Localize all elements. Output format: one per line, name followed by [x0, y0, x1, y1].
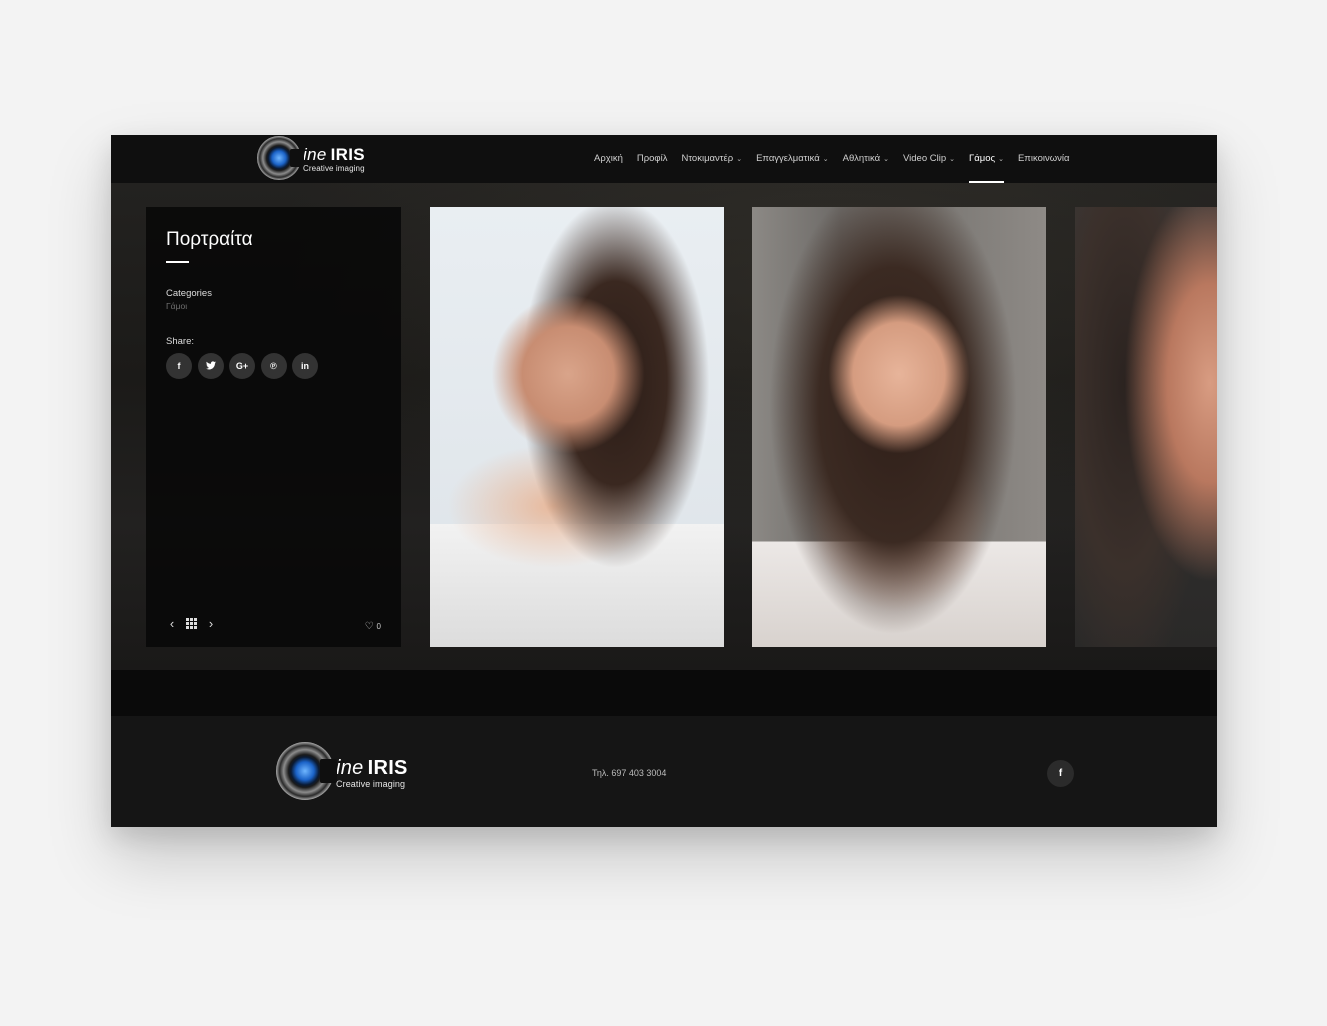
facebook-link-button[interactable]: f [1047, 760, 1074, 787]
nav-item-wedding[interactable]: Γάμος ⌄ [969, 135, 1004, 183]
likes-count: 0 [376, 622, 381, 631]
camera-lens-logo-icon [276, 742, 338, 800]
header-logo[interactable]: ine IRIS Creative imaging [257, 136, 365, 180]
chevron-down-icon: ⌄ [736, 156, 743, 163]
footer-logo[interactable]: ine IRIS Creative imaging [276, 742, 408, 800]
nav-label: Προφίλ [636, 153, 668, 164]
twitter-share-button[interactable] [197, 353, 224, 379]
nav-item-video-clip[interactable]: Video Clip ⌄ [903, 135, 955, 183]
nav-item-sports[interactable]: Αθλητικά ⌄ [843, 135, 889, 183]
chevron-down-icon: ⌄ [949, 156, 955, 163]
share-buttons: f G+ ℗ in [166, 353, 324, 379]
nav-label: Video Clip [902, 153, 947, 164]
facebook-icon: f [1058, 768, 1063, 779]
website-frame: ine IRIS Creative imaging Αρχική Προφίλ Ν… [111, 135, 1217, 827]
nav-label: Γάμος [969, 153, 996, 164]
nav-item-documentary[interactable]: Ντοκιμαντέρ ⌄ [681, 135, 742, 183]
logo-text: ine IRIS Creative imaging [336, 758, 408, 789]
logo-prefix: ine [303, 144, 327, 164]
like-button[interactable]: ♡ 0 [365, 621, 381, 632]
logo-subtitle: Creative imaging [303, 163, 365, 173]
footer-phone: Τηλ. 697 403 3004 [592, 768, 667, 778]
gallery-photo[interactable] [752, 207, 1046, 647]
nav-label: Αθλητικά [842, 153, 881, 164]
gallery-photo[interactable] [430, 207, 724, 647]
portfolio-stage: Πορτραίτα Categories Γάμοι Share: f G+ ℗… [111, 183, 1217, 670]
nav-item-professional[interactable]: Επαγγελματικά ⌄ [756, 135, 829, 183]
grid-icon[interactable] [186, 618, 197, 629]
google-plus-icon: G+ [235, 361, 249, 371]
gallery-photo[interactable] [1075, 207, 1217, 647]
portfolio-pager: ‹ › [166, 616, 217, 631]
nav-item-profile[interactable]: Προφίλ [637, 135, 668, 183]
nav-label: Ντοκιμαντέρ [681, 153, 734, 164]
section-divider-band [111, 670, 1217, 716]
camera-lens-logo-icon [257, 136, 304, 180]
site-header: ine IRIS Creative imaging Αρχική Προφίλ Ν… [111, 135, 1217, 183]
logo-main: IRIS [330, 144, 365, 164]
pinterest-share-button[interactable]: ℗ [260, 353, 287, 379]
nav-label: Αρχική [594, 153, 623, 164]
nav-label: Επικοινωνία [1017, 153, 1070, 164]
nav-item-home[interactable]: Αρχική [594, 135, 623, 183]
nav-item-contact[interactable]: Επικοινωνία [1018, 135, 1070, 183]
category-link[interactable]: Γάμοι [166, 301, 187, 311]
share-label: Share: [166, 336, 194, 347]
portfolio-info-panel: Πορτραίτα Categories Γάμοι Share: f G+ ℗… [146, 207, 401, 647]
google-plus-share-button[interactable]: G+ [229, 353, 255, 379]
nav-label: Επαγγελματικά [756, 153, 820, 164]
logo-text: ine IRIS Creative imaging [303, 146, 365, 173]
heart-icon: ♡ [364, 621, 374, 632]
linkedin-share-button[interactable]: in [292, 353, 318, 379]
portfolio-title: Πορτραίτα [166, 229, 253, 250]
linkedin-icon: in [301, 361, 309, 371]
pinterest-icon: ℗ [270, 361, 277, 371]
categories-label: Categories [166, 288, 212, 299]
facebook-icon: f [177, 361, 181, 371]
logo-main: IRIS [367, 756, 408, 779]
chevron-down-icon: ⌄ [883, 156, 889, 163]
twitter-icon [205, 360, 216, 372]
site-footer: ine IRIS Creative imaging Τηλ. 697 403 30… [111, 716, 1217, 827]
chevron-down-icon: ⌄ [998, 156, 1004, 163]
chevron-right-icon[interactable]: › [205, 616, 217, 631]
facebook-share-button[interactable]: f [166, 353, 192, 379]
title-divider [166, 261, 189, 263]
logo-prefix: ine [336, 756, 364, 779]
main-nav: Αρχική Προφίλ Ντοκιμαντέρ ⌄ Επαγγελματικά… [594, 135, 1084, 183]
chevron-down-icon: ⌄ [822, 156, 829, 163]
chevron-left-icon[interactable]: ‹ [166, 616, 178, 631]
logo-subtitle: Creative imaging [336, 778, 406, 789]
